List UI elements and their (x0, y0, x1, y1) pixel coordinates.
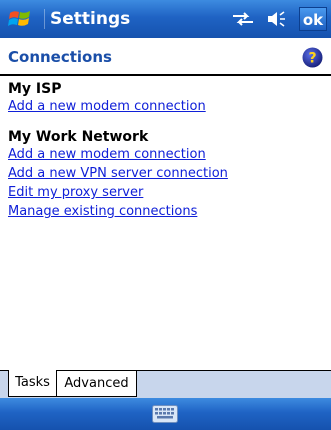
content-area: My ISP Add a new modem connection My Wor… (0, 76, 331, 370)
tab-tasks[interactable]: Tasks (8, 370, 57, 397)
group-title-my-work-network: My Work Network (8, 129, 149, 145)
start-button[interactable] (0, 0, 42, 38)
tab-bar: Tasks Advanced (0, 370, 331, 398)
help-icon[interactable]: ? (302, 47, 323, 68)
link-isp-add-modem[interactable]: Add a new modem connection (8, 98, 206, 116)
link-work-add-modem[interactable]: Add a new modem connection (8, 146, 206, 164)
tab-advanced[interactable]: Advanced (57, 370, 137, 397)
connectivity-icon[interactable] (231, 10, 255, 28)
window-title: Settings (50, 9, 131, 29)
pocketpc-screen: Settings ok Connections ? My ISP Add a n… (0, 0, 331, 430)
link-work-add-vpn[interactable]: Add a new VPN server connection (8, 165, 228, 183)
menu-bar (0, 398, 331, 430)
ok-button[interactable]: ok (299, 7, 327, 31)
keyboard-icon[interactable] (152, 405, 178, 423)
windows-flag-icon (8, 11, 30, 26)
link-manage-connections[interactable]: Manage existing connections (8, 203, 197, 221)
title-separator (44, 9, 45, 29)
svg-text:?: ? (308, 51, 316, 67)
page-title: Connections (8, 48, 112, 66)
volume-icon[interactable] (266, 9, 288, 29)
page-header: Connections ? (0, 40, 331, 74)
link-edit-proxy[interactable]: Edit my proxy server (8, 184, 143, 202)
group-title-my-isp: My ISP (8, 81, 62, 97)
title-bar: Settings ok (0, 0, 331, 38)
